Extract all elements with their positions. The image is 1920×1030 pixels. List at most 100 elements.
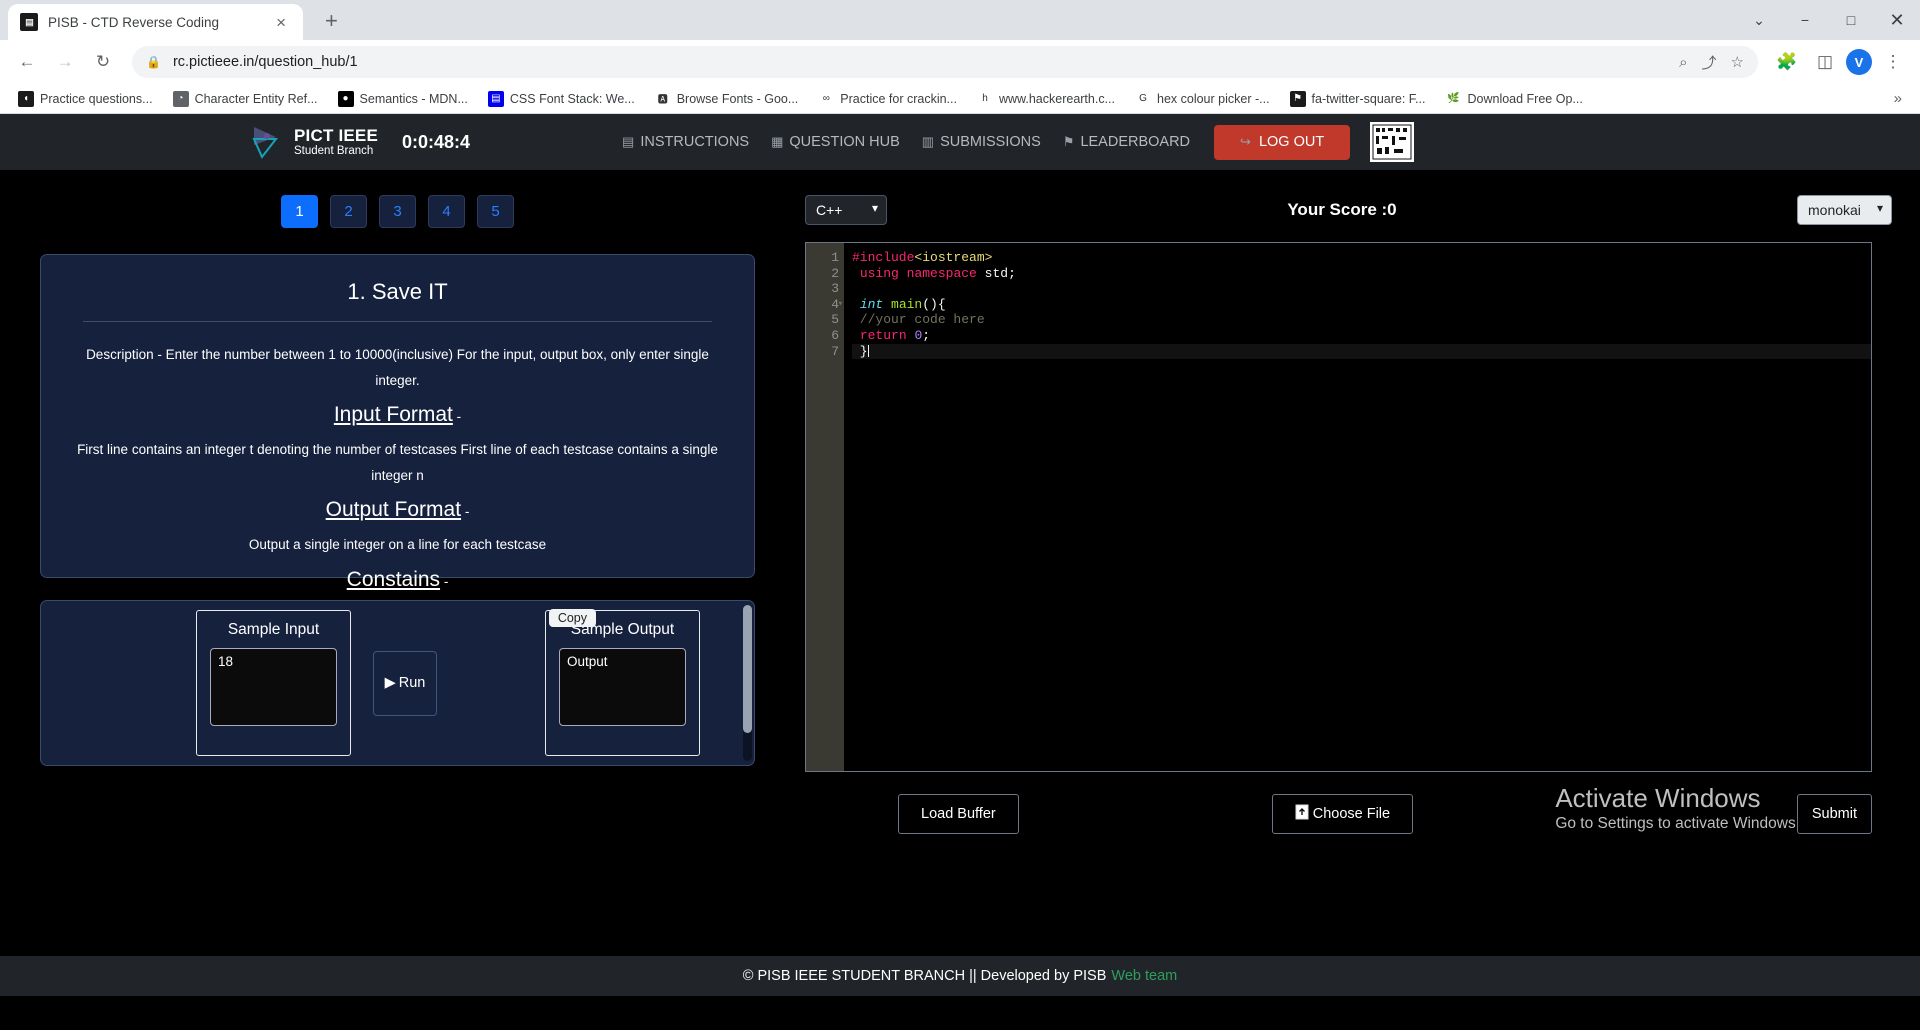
bookmark-label: fa-twitter-square: F... xyxy=(1311,91,1426,106)
hackerearth-icon: h xyxy=(976,90,993,107)
bookmark-item[interactable]: Ghex colour picker -... xyxy=(1127,88,1278,110)
activate-line1: Activate Windows xyxy=(1555,783,1761,813)
bookmark-item[interactable]: ◖ Practice questions... xyxy=(10,88,161,110)
new-tab-button[interactable]: + xyxy=(317,8,346,34)
line-number: 4 ▾ xyxy=(831,296,843,312)
code-token: <iostream> xyxy=(914,250,993,265)
load-buffer-button[interactable]: Load Buffer xyxy=(898,794,1019,834)
submit-button[interactable]: Submit xyxy=(1796,794,1872,834)
star-icon[interactable]: ☆ xyxy=(1731,53,1744,71)
bookmark-label: Character Entity Ref... xyxy=(194,91,318,106)
dash-1: - xyxy=(456,409,462,425)
code-token: #include xyxy=(852,250,915,265)
menu-icon[interactable]: ⋮ xyxy=(1876,45,1910,79)
code-token: } xyxy=(852,343,868,359)
back-icon[interactable]: ← xyxy=(10,45,44,79)
cssfontstack-icon: ▤ xyxy=(487,90,504,107)
browser-toolbar: ← → ↻ 🔒 rc.pictieee.in/question_hub/1 ⌕ … xyxy=(0,40,1920,84)
question-tab-1[interactable]: 1 xyxy=(281,195,318,228)
qr-code-icon[interactable] xyxy=(1370,122,1415,162)
google-fonts-icon: 🅰 xyxy=(654,90,671,107)
window-close-icon[interactable]: ✕ xyxy=(1874,0,1920,40)
language-select[interactable]: C++CJavaPython xyxy=(805,195,887,225)
question-panel: 12345 1. Save IT Description - Enter the… xyxy=(0,170,795,965)
code-token: //your code here xyxy=(852,312,985,328)
editor-toolbar: C++CJavaPython Your Score :0 monokaigith… xyxy=(795,170,1920,225)
bookmark-label: Practice for crackin... xyxy=(840,91,957,106)
page-title: 1. Save IT xyxy=(347,279,448,304)
bookmark-item[interactable]: ∞ Practice for crackin... xyxy=(810,88,965,110)
sample-input-textarea[interactable] xyxy=(210,648,337,726)
scrollbar[interactable] xyxy=(743,605,752,761)
extensions-icon[interactable]: 🧩 xyxy=(1770,45,1804,79)
search-icon[interactable]: ⌕ xyxy=(1679,54,1687,71)
fold-icon[interactable]: ▾ xyxy=(838,297,843,313)
globe-icon: ◔ xyxy=(172,90,189,107)
question-tab-4[interactable]: 4 xyxy=(428,195,465,228)
code-line: int main(){ xyxy=(852,297,1871,313)
line-number: 1 xyxy=(831,250,839,265)
bookmark-label: hex colour picker -... xyxy=(1157,91,1270,106)
avatar[interactable]: V xyxy=(1846,49,1872,75)
address-bar[interactable]: 🔒 rc.pictieee.in/question_hub/1 ⌕ ⤴ ☆ xyxy=(132,46,1758,78)
nav-link-submissions[interactable]: ▥ SUBMISSIONS xyxy=(922,134,1041,150)
minimize-icon[interactable]: − xyxy=(1782,0,1828,40)
bookmarks-overflow-icon[interactable]: » xyxy=(1886,90,1910,107)
grid-icon: ▦ xyxy=(771,134,784,149)
bookmark-item[interactable]: 🅰 Browse Fonts - Goo... xyxy=(647,88,807,110)
question-body: Description - Enter the number between 1… xyxy=(63,342,732,628)
side-panel-icon[interactable]: ◫ xyxy=(1808,45,1842,79)
brand-line2: Student Branch xyxy=(294,144,374,157)
url-text: rc.pictieee.in/question_hub/1 xyxy=(172,54,358,70)
sample-output-textarea[interactable] xyxy=(559,648,686,726)
bookmark-item[interactable]: ⚑ fa-twitter-square: F... xyxy=(1282,88,1434,110)
forward-icon[interactable]: → xyxy=(48,45,82,79)
question-description: Description - Enter the number between 1… xyxy=(86,347,709,388)
browser-chrome: ▤ PISB - CTD Reverse Coding × + ⌄ − □ ✕ … xyxy=(0,0,1920,114)
code-editor[interactable]: 1 2 3 4 ▾ 5 6 7 #include<iostream> using namesp… xyxy=(805,242,1872,772)
close-icon[interactable]: × xyxy=(271,12,291,33)
run-button[interactable]: ▶ Run xyxy=(373,650,437,716)
nav-link-leaderboard[interactable]: ⚑ LEADERBOARD xyxy=(1063,134,1190,150)
nav-link-label: SUBMISSIONS xyxy=(940,134,1041,150)
nav-link-instructions[interactable]: ▤ INSTRUCTIONS xyxy=(622,134,749,150)
output-format-text: Output a single integer on a line for ea… xyxy=(248,537,547,553)
tab-title: PISB - CTD Reverse Coding xyxy=(48,14,220,30)
bookmark-label: Download Free Op... xyxy=(1467,91,1583,106)
question-tab-2[interactable]: 2 xyxy=(330,195,367,228)
browser-tab[interactable]: ▤ PISB - CTD Reverse Coding × xyxy=(8,4,303,40)
question-card: 1. Save IT Description - Enter the numbe… xyxy=(40,254,755,622)
chevron-down-icon[interactable]: ⌄ xyxy=(1736,0,1782,40)
scrollbar-thumb[interactable] xyxy=(743,605,752,733)
bookmark-item[interactable]: h www.hackerearth.c... xyxy=(969,88,1123,110)
sample-input-title: Sample Input xyxy=(227,621,320,638)
file-upload-icon xyxy=(1295,804,1309,824)
bookmark-item[interactable]: ◔ Character Entity Ref... xyxy=(165,88,326,110)
bookmark-item[interactable]: ▤ CSS Font Stack: We... xyxy=(480,88,643,110)
copy-tooltip[interactable]: Copy xyxy=(548,609,596,627)
share-icon[interactable]: ⤴ xyxy=(1702,52,1717,73)
question-tab-3[interactable]: 3 xyxy=(379,195,416,228)
code-area[interactable]: #include<iostream> using namespace std; … xyxy=(844,243,1871,771)
app-navbar: PICT IEEE Student Branch 0:0:48:4 ▤ INSTR… xyxy=(0,114,1920,170)
bookmark-label: Browse Fonts - Goo... xyxy=(676,91,799,106)
logout-icon: ↪ xyxy=(1240,134,1251,149)
run-label: Run xyxy=(398,675,426,691)
bookmark-item[interactable]: ● Semantics - MDN... xyxy=(330,88,476,110)
bookmark-item[interactable]: 🌿 Download Free Op... xyxy=(1437,88,1590,110)
bookmark-label: CSS Font Stack: We... xyxy=(509,91,635,106)
editor-actions: Load Buffer Choose File Activate Windows… xyxy=(805,783,1872,834)
reload-icon[interactable]: ↻ xyxy=(86,45,120,79)
footer-link[interactable]: Web team xyxy=(1111,968,1177,984)
maximize-icon[interactable]: □ xyxy=(1828,0,1874,40)
nav-link-question-hub[interactable]: ▦ QUESTION HUB xyxy=(771,134,900,150)
question-tab-5[interactable]: 5 xyxy=(477,195,514,228)
choose-file-button[interactable]: Choose File xyxy=(1271,794,1414,834)
list-icon: ▤ xyxy=(622,134,635,149)
logout-button[interactable]: ↪ LOG OUT xyxy=(1214,124,1351,160)
bookmark-label: Practice questions... xyxy=(40,91,153,106)
theme-select[interactable]: monokaigithubsolarizeddracula xyxy=(1797,195,1892,225)
play-icon: ▶ xyxy=(384,675,396,691)
